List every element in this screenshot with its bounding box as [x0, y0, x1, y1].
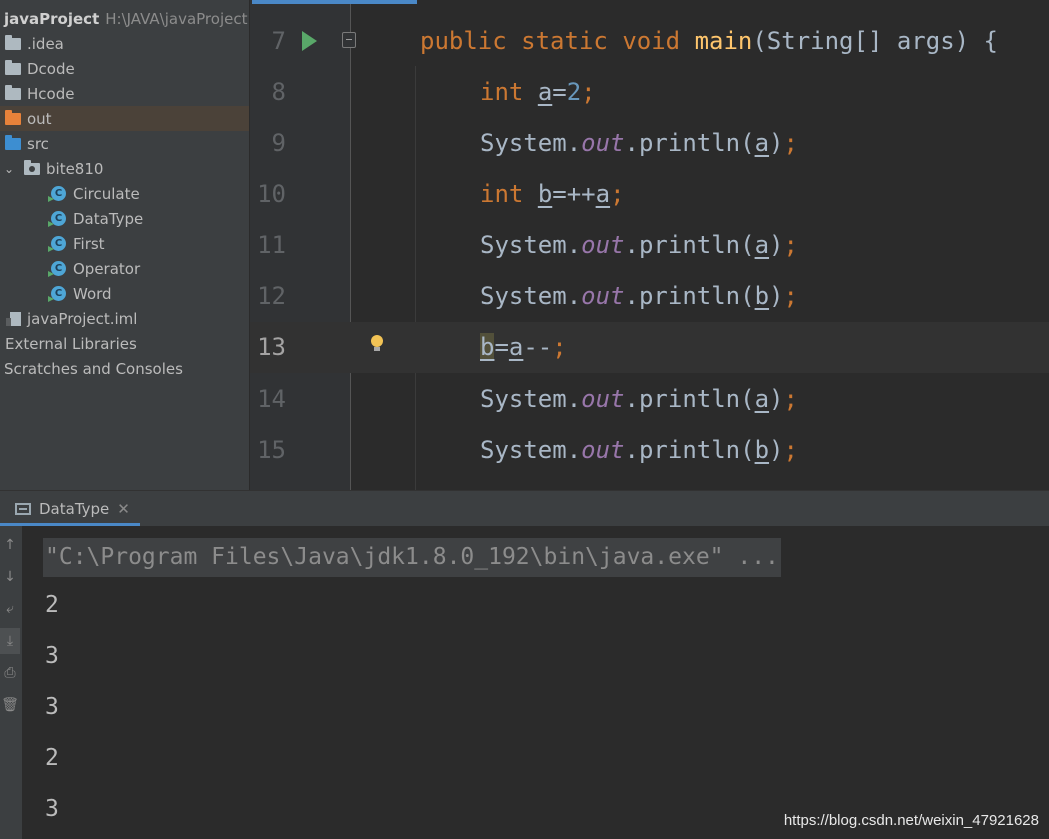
run-tool-window-header: DataType ✕: [0, 490, 1049, 526]
trash-icon[interactable]: 🗑: [0, 692, 20, 718]
line-number: 8: [271, 78, 286, 106]
project-name: javaProject: [4, 9, 100, 28]
console-icon: [15, 502, 31, 515]
tree-item-label: First: [73, 234, 105, 253]
run-toolbar: ↑ ↓ ⤶ ⤓ ⎙ 🗑: [0, 526, 22, 839]
tree-item-label: Scratches and Consoles: [4, 359, 183, 378]
tree-item-label: javaProject.iml: [27, 309, 138, 328]
tree-item-label: Dcode: [27, 59, 75, 78]
run-tab-datatype[interactable]: DataType ✕: [0, 491, 130, 526]
tree-item-label: Circulate: [73, 184, 140, 203]
line-number: 13: [257, 333, 286, 361]
fold-icon[interactable]: [342, 32, 356, 48]
folder-icon: [5, 59, 21, 75]
code-line[interactable]: 8 int a=2;: [250, 67, 1049, 118]
console-output-line: 2: [45, 745, 59, 771]
package-icon: [24, 159, 40, 175]
tree-item-label: .idea: [27, 34, 64, 53]
watermark: https://blog.csdn.net/weixin_47921628: [783, 812, 1039, 829]
module-file-icon: [6, 311, 21, 326]
console-output-line: 3: [45, 643, 59, 669]
scroll-to-end-icon[interactable]: ⤓: [0, 628, 20, 654]
tree-item-iml[interactable]: javaProject.iml: [0, 306, 249, 331]
project-tool-window: javaProject H:\JAVA\javaProject .idea Dc…: [0, 0, 249, 490]
tree-item-dcode[interactable]: Dcode: [0, 56, 249, 81]
tree-item-bite810[interactable]: ⌄ bite810: [0, 156, 249, 181]
code-line[interactable]: 14 System.out.println(a);: [250, 374, 1049, 425]
line-number: 12: [257, 282, 286, 310]
tree-item-external-libraries[interactable]: External Libraries: [0, 331, 249, 356]
java-class-icon: C: [51, 186, 66, 201]
soft-wrap-icon[interactable]: ⤶: [0, 596, 20, 622]
tree-item-scratches[interactable]: Scratches and Consoles: [0, 356, 249, 381]
project-path: H:\JAVA\javaProject: [105, 9, 248, 28]
code-line[interactable]: 15 System.out.println(b);: [250, 425, 1049, 476]
tree-item-label: DataType: [73, 209, 144, 228]
tree-item-label: out: [27, 109, 52, 128]
chevron-down-icon[interactable]: ⌄: [4, 162, 18, 176]
tree-item-first[interactable]: C First: [0, 231, 249, 256]
code-text: System.out.println(a);: [480, 385, 798, 413]
intention-bulb-icon[interactable]: [371, 335, 383, 351]
tree-item-label: Word: [73, 284, 112, 303]
tree-item-operator[interactable]: C Operator: [0, 256, 249, 281]
line-number: 15: [257, 436, 286, 464]
console-output-line: 3: [45, 694, 59, 720]
java-class-icon: C: [51, 261, 66, 276]
code-text: b=a--;: [480, 333, 567, 361]
run-tab-label: DataType: [39, 499, 110, 518]
console-command-line: "C:\Program Files\Java\jdk1.8.0_192\bin\…: [43, 538, 781, 577]
close-icon[interactable]: ✕: [117, 500, 130, 518]
code-line[interactable]: 11 System.out.println(a);: [250, 220, 1049, 271]
project-root[interactable]: javaProject H:\JAVA\javaProject: [0, 6, 249, 31]
tree-item-label: Operator: [73, 259, 141, 278]
line-number: 11: [257, 231, 286, 259]
tree-item-label: src: [27, 134, 49, 153]
code-line[interactable]: 10 int b=++a;: [250, 169, 1049, 220]
line-number: 14: [257, 385, 286, 413]
folder-icon: [5, 34, 21, 50]
arrow-up-icon[interactable]: ↑: [0, 532, 20, 558]
code-text: System.out.println(b);: [480, 282, 798, 310]
tree-item-hcode[interactable]: Hcode: [0, 81, 249, 106]
arrow-down-icon[interactable]: ↓: [0, 564, 20, 590]
code-line[interactable]: 7 public static void main(String[] args)…: [250, 16, 1049, 67]
line-number: 10: [257, 180, 286, 208]
run-main-icon[interactable]: [302, 31, 317, 51]
code-text: int a=2;: [480, 78, 596, 106]
code-editor[interactable]: 7 public static void main(String[] args)…: [250, 0, 1049, 490]
code-line[interactable]: 9 System.out.println(a);: [250, 118, 1049, 169]
print-icon[interactable]: ⎙: [0, 660, 20, 686]
tree-item-label: Hcode: [27, 84, 75, 103]
code-line[interactable]: 12 System.out.println(b);: [250, 271, 1049, 322]
java-class-icon: C: [51, 236, 66, 251]
code-text: int b=++a;: [480, 180, 625, 208]
tree-item-word[interactable]: C Word: [0, 281, 249, 306]
java-class-icon: C: [51, 211, 66, 226]
tree-item-idea[interactable]: .idea: [0, 31, 249, 56]
excluded-folder-icon: [5, 109, 21, 125]
code-text: System.out.println(a);: [480, 231, 798, 259]
code-text: System.out.println(b);: [480, 436, 798, 464]
console-output-line: 3: [45, 796, 59, 822]
tree-item-label: External Libraries: [5, 334, 137, 353]
console-output[interactable]: "C:\Program Files\Java\jdk1.8.0_192\bin\…: [23, 526, 1049, 839]
tree-item-label: bite810: [46, 159, 104, 178]
source-folder-icon: [5, 134, 21, 150]
folder-icon: [5, 84, 21, 100]
code-text: public static void main(String[] args) {: [420, 27, 998, 55]
code-text: System.out.println(a);: [480, 129, 798, 157]
active-tab-indicator: [252, 0, 417, 4]
line-number: 7: [271, 27, 286, 55]
tree-item-datatype[interactable]: C DataType: [0, 206, 249, 231]
java-class-icon: C: [51, 286, 66, 301]
tree-item-circulate[interactable]: C Circulate: [0, 181, 249, 206]
tree-item-src[interactable]: src: [0, 131, 249, 156]
console-output-line: 2: [45, 592, 59, 618]
tree-item-out[interactable]: out: [0, 106, 249, 131]
code-line-current[interactable]: 13 b=a--;: [250, 322, 1049, 373]
line-number: 9: [271, 129, 286, 157]
